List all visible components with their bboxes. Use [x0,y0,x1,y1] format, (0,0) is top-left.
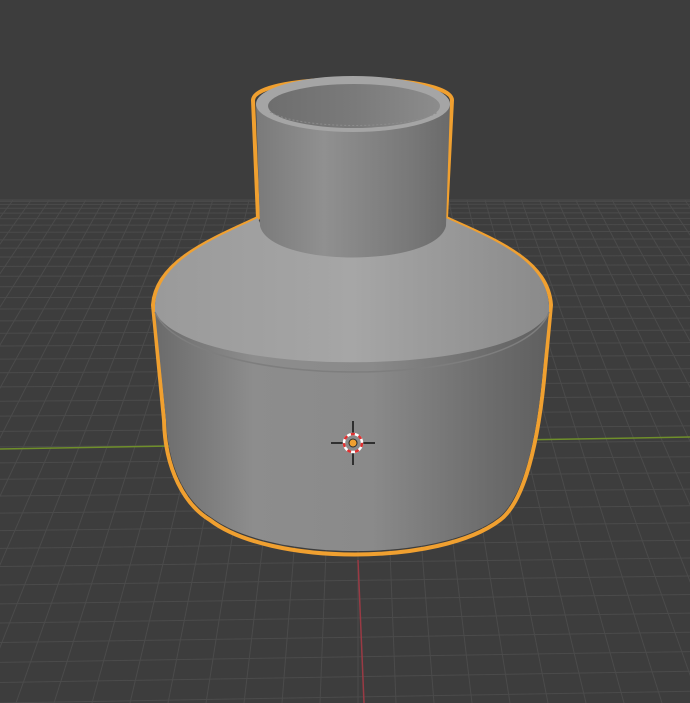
y-axis-line [357,559,365,703]
3d-viewport[interactable] [0,0,690,703]
object-origin-icon [348,438,358,448]
selected-mesh-object[interactable] [151,76,553,557]
inner-hole [268,84,440,128]
